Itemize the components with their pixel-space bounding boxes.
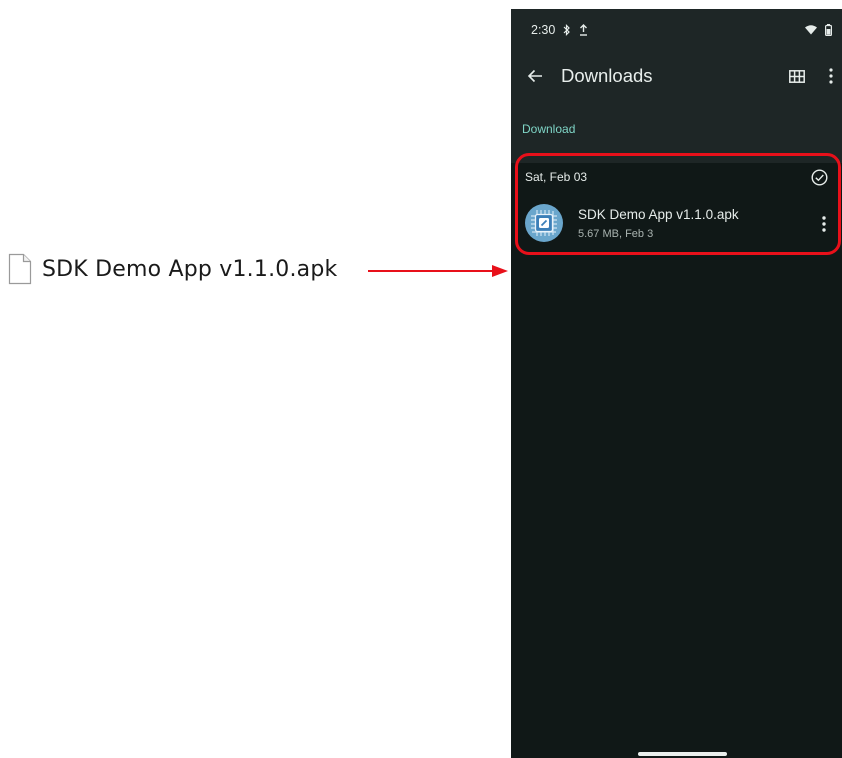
annotation-highlight-box — [515, 153, 841, 255]
arrow-back-icon[interactable] — [525, 66, 545, 86]
bluetooth-icon — [563, 24, 571, 36]
more-vert-icon[interactable] — [826, 65, 836, 87]
gesture-nav-handle[interactable] — [638, 752, 727, 756]
battery-icon — [825, 24, 832, 36]
breadcrumb-download[interactable]: Download — [522, 122, 575, 136]
status-time: 2:30 — [531, 23, 556, 37]
wifi-icon — [805, 25, 817, 35]
app-bar: 2:30 Downloads Download — [511, 9, 842, 163]
annotation-arrow — [368, 265, 508, 277]
phone-screen: 2:30 Downloads Download Sat, Feb 03 SDK … — [511, 9, 842, 758]
file-icon — [8, 253, 32, 285]
desktop-file-item[interactable]: SDK Demo App v1.1.0.apk — [8, 253, 337, 285]
status-bar: 2:30 — [531, 19, 832, 41]
screenshot-canvas: SDK Demo App v1.1.0.apk 2:30 Downloads D… — [0, 0, 842, 758]
desktop-file-name: SDK Demo App v1.1.0.apk — [42, 256, 338, 282]
upload-icon — [579, 24, 588, 36]
toolbar: Downloads — [511, 59, 842, 93]
grid-view-icon[interactable] — [786, 65, 808, 87]
page-title: Downloads — [561, 65, 653, 86]
